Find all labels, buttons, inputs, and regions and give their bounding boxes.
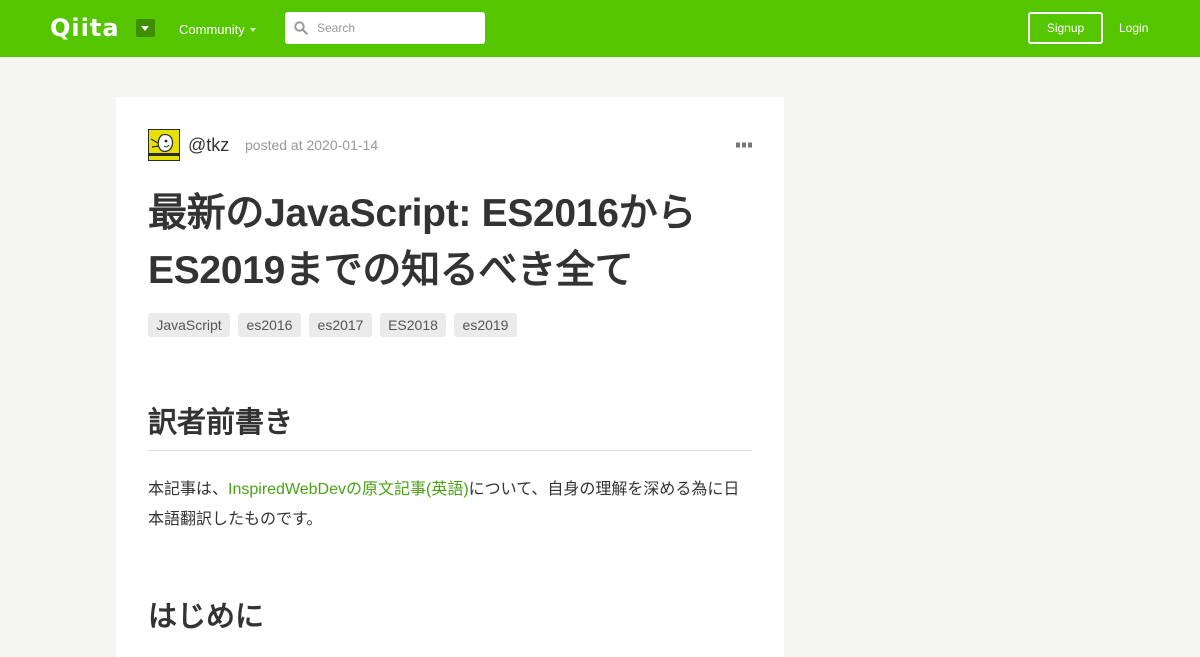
- author-avatar[interactable]: [148, 129, 180, 161]
- article-card: @tkz posted at 2020-01-14 最新のJavaScript:…: [116, 97, 784, 657]
- para-suffix: について、自身の理解を深める為に日: [468, 481, 740, 498]
- intro-paragraph: 本記事は、InspiredWebDevの原文記事(英語)について、自身の理解を深…: [148, 475, 752, 535]
- original-article-link[interactable]: InspiredWebDevの原文記事(英語): [228, 481, 469, 498]
- article-title-line-1: 最新のJavaScript: ES2016から: [148, 192, 696, 235]
- para-prefix: 本記事は、: [148, 481, 229, 498]
- author-name[interactable]: @tkz: [188, 135, 229, 155]
- posted-date: posted at 2020-01-14: [245, 137, 379, 153]
- logo-dropdown-button[interactable]: [136, 19, 155, 37]
- community-caret-icon: [250, 28, 256, 32]
- tag-es2019[interactable]: es2019: [454, 313, 517, 337]
- qiita-logo[interactable]: Qiita: [50, 14, 120, 42]
- more-options-icon[interactable]: [736, 142, 752, 148]
- para-line-2: 本語翻訳したものです。: [148, 511, 323, 528]
- search-box[interactable]: [285, 12, 485, 44]
- signup-button[interactable]: Signup: [1028, 12, 1103, 44]
- tag-es2018[interactable]: ES2018: [380, 313, 446, 337]
- tag-es2017[interactable]: es2017: [309, 313, 372, 337]
- tag-javascript[interactable]: JavaScript: [148, 313, 230, 337]
- login-link[interactable]: Login: [1119, 20, 1148, 36]
- section-heading-translator-preface: 訳者前書き: [148, 407, 294, 439]
- tag-es2016[interactable]: es2016: [238, 313, 301, 337]
- community-menu[interactable]: Community: [179, 22, 245, 38]
- article-title: 最新のJavaScript: ES2016から ES2019までの知るべき全て: [148, 185, 752, 299]
- article-title-line-2: ES2019までの知るべき全て: [148, 249, 634, 292]
- search-input[interactable]: [311, 12, 477, 44]
- search-icon: [294, 21, 308, 35]
- top-header: Qiita Community Signup Login: [0, 0, 1200, 57]
- heading-divider: [148, 450, 752, 451]
